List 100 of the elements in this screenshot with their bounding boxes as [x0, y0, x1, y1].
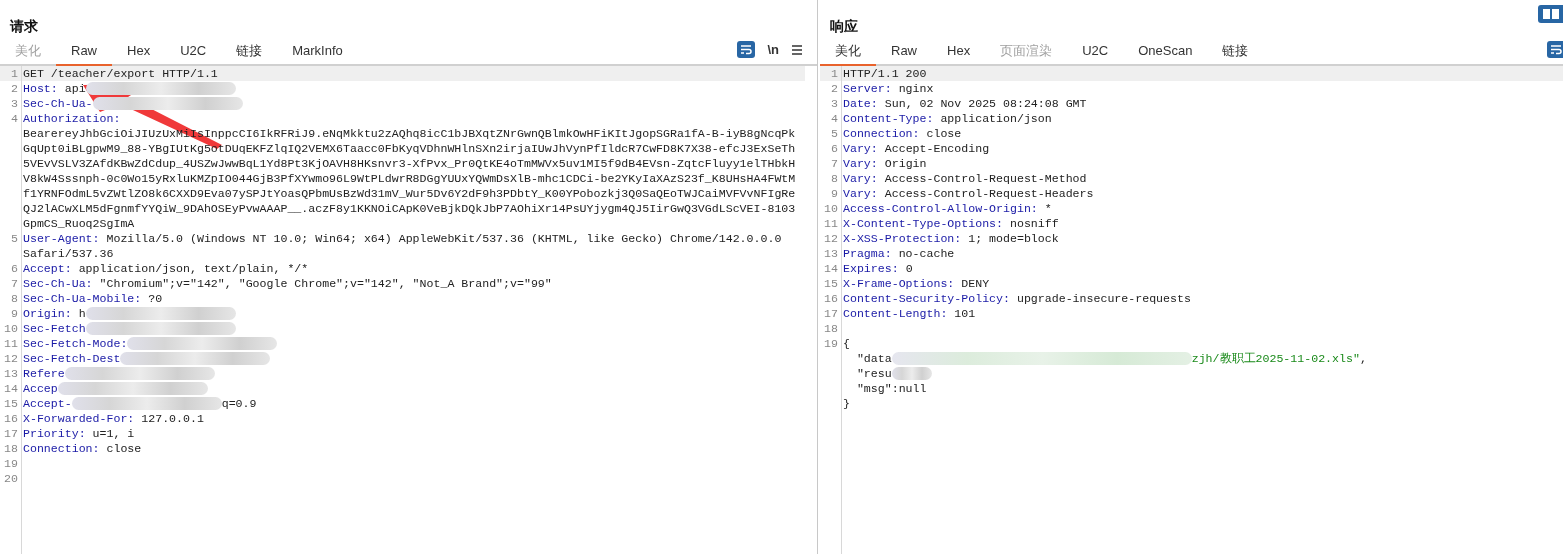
code-text: no-cache [897, 245, 955, 262]
tab[interactable]: Raw [876, 43, 932, 66]
line-number: 13 [823, 245, 839, 262]
header-name: Content-Security-Policy: [843, 290, 1010, 307]
line-number: 7 [10, 275, 19, 292]
line-number: 2 [830, 80, 839, 97]
code-text: 1; mode=block [967, 230, 1059, 247]
code-text: application/json [939, 110, 1052, 127]
code-text: nginx [897, 80, 934, 97]
newline-toggle[interactable]: \n [767, 41, 779, 58]
word-wrap-icon[interactable] [737, 41, 756, 58]
tab[interactable]: MarkInfo [277, 43, 358, 66]
menu-icon[interactable] [791, 43, 803, 56]
header-name: Connection: [23, 440, 100, 457]
line-number: 19 [823, 335, 839, 352]
string-value: zjh/教职工2025-11-02.xls" [1191, 350, 1360, 367]
header-name: Sec-Ch-Ua-Mobile: [23, 290, 142, 307]
code-text: V8kW4Sssnph-0c0Wo15yRxluKMZpIO044GjB3PfXYwmo96L9WtPLdwrR8DGgYUUxYQWmDsXlB-mhc1CDCi-be2YKyIaXAzS23f_K8UHsHA4FWtM [23, 170, 796, 187]
code-text: f1YRNFOdmL5vZWtlZO8k6CXXD9Eva07ySPJtYoasQPbmUsBzWd31mV_Wur5Dv6Y2dF9h3PDbtY_K00YPobozkj3Q0SaQEoTWJCaiMVFVvNFIgRe [23, 185, 796, 202]
header-name: Sec-Ch-Ua: [23, 275, 93, 292]
line-number: 14 [3, 380, 19, 397]
line-number: 10 [3, 320, 19, 337]
line-number: 19 [3, 455, 19, 472]
line-number: 8 [10, 290, 19, 307]
line-number: 11 [823, 215, 839, 232]
code-text: } [843, 395, 850, 412]
tab[interactable]: U2C [1067, 43, 1124, 66]
line-number: 15 [823, 275, 839, 292]
code-text: 5VEvVSLV3ZAfdKBwZdCdup_4USZwJwwBqL1Yd8Pt3KjOAVH8HKsnvr3-XfPvx_Pr0QtKE4oTmMWVx5uv1MI5f9dB4EVsn-ZqtcFluyy1elTHbkH [23, 155, 796, 172]
line-number: 12 [3, 350, 19, 367]
header-name: Content-Length: [843, 305, 948, 322]
line-number: 12 [823, 230, 839, 247]
line-number: 4 [10, 110, 19, 127]
line-number: 17 [3, 425, 19, 442]
line-number: 6 [830, 140, 839, 157]
code-text: "data [855, 350, 892, 367]
panel-title: 请求 [10, 17, 38, 36]
line-number: 14 [823, 260, 839, 277]
header-name: X-XSS-Protection: [843, 230, 962, 247]
code-text: Access-Control-Request-Headers [883, 185, 1094, 202]
line-number: 13 [3, 365, 19, 382]
header-name: Pragma: [843, 245, 892, 262]
code-text: api [63, 80, 86, 97]
code-text: , [1359, 350, 1367, 367]
header-name: Access-Control-Allow-Origin: [843, 200, 1038, 217]
header-name: Vary: [843, 155, 878, 172]
code-text: GET /teacher/export HTTP/1.1 [23, 65, 218, 82]
panel-title: 响应 [830, 17, 858, 36]
header-name: Origin: [23, 305, 72, 322]
line-number: 15 [3, 395, 19, 412]
line-number: 3 [10, 95, 19, 112]
code-text: application/json, text/plain, */* [77, 260, 309, 277]
line-number: 2 [10, 80, 19, 97]
line-number: 16 [823, 290, 839, 307]
header-name: Sec-Fetch-Mode: [23, 335, 128, 352]
code-text: q=0.9 [221, 395, 257, 412]
header-name: Vary: [843, 170, 878, 187]
line-number: 17 [823, 305, 839, 322]
code-text: u=1, i [91, 425, 135, 442]
code-text: nosniff [1009, 215, 1059, 232]
tab[interactable]: Hex [932, 43, 986, 66]
code-text: Origin [883, 155, 927, 172]
line-number: 9 [10, 305, 19, 322]
line-number: 10 [823, 200, 839, 217]
layout-toggle-icon[interactable] [1538, 5, 1563, 23]
line-number: 9 [830, 185, 839, 202]
header-name: Vary: [843, 140, 878, 157]
code-text: Mozilla/5.0 (Windows NT 10.0; Win64; x64) AppleWebKit/537.36 (KHTML, like Gecko) Chrome/142.0.0.0 [105, 230, 782, 247]
code-text: * [1043, 200, 1052, 217]
redaction-blur [891, 367, 932, 380]
header-name: X-Content-Type-Options: [843, 215, 1004, 232]
tab[interactable]: 链接 [1207, 43, 1264, 66]
code-text: 0 [904, 260, 913, 277]
code-text: HTTP/1.1 200 [843, 65, 927, 82]
line-number: 1 [830, 65, 839, 82]
header-name: Server: [843, 80, 892, 97]
code-text: QJ2lACwXLM5dFgnmfYYQiW_9DAhOSEyPvwAAAP__.aczF8y1KKNOiCApK0VeBjkDQkJbP7AOhiXr14PsUYjygm4QJ5IirGwQ3VGdLScVEI-8103 [23, 200, 796, 217]
code-text: Sun, 02 Nov 2025 08:24:08 GMT [883, 95, 1087, 112]
header-name: Date: [843, 95, 878, 112]
header-name: Content-Type: [843, 110, 934, 127]
code-text: Access-Control-Request-Method [883, 170, 1087, 187]
code-text: Accept-Encoding [883, 140, 990, 157]
code-text: GpmCS_Ruoq2SgImA [23, 215, 135, 232]
line-number: 20 [3, 470, 19, 487]
code-text: h [77, 305, 86, 322]
line-number: 18 [3, 440, 19, 457]
line-number: 1 [10, 65, 19, 82]
word-wrap-icon[interactable] [1547, 41, 1563, 58]
line-number: 5 [10, 230, 19, 247]
tab[interactable]: U2C [165, 43, 222, 66]
line-number: 6 [10, 260, 19, 277]
code-text: "resu [855, 365, 892, 382]
code-text: upgrade-insecure-requests [1015, 290, 1191, 307]
tab[interactable]: Hex [112, 43, 166, 66]
tab[interactable]: 链接 [221, 43, 278, 66]
header-name: User-Agent: [23, 230, 100, 247]
line-number: 8 [830, 170, 839, 187]
header-name: Host: [23, 80, 58, 97]
tab[interactable]: OneScan [1123, 43, 1208, 66]
header-name: X-Forwarded-For: [23, 410, 135, 427]
